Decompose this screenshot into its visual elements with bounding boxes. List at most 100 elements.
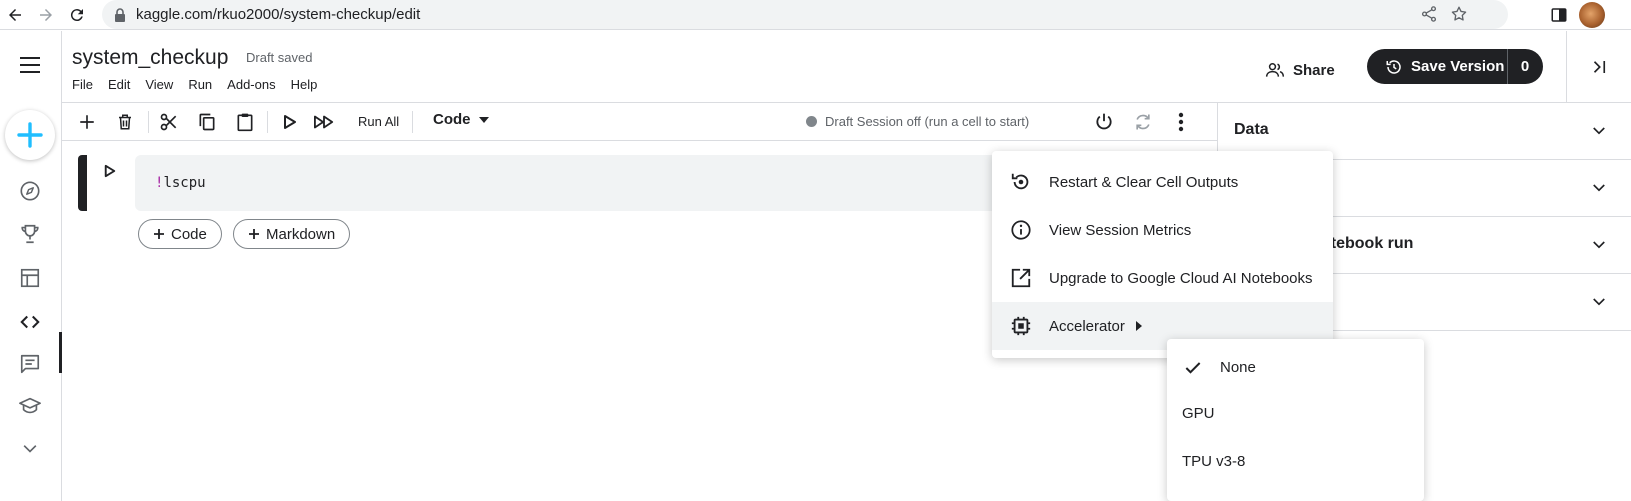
notebook-title[interactable]: system_checkup <box>72 46 228 70</box>
collapse-right-panel-button[interactable] <box>1566 31 1631 103</box>
delete-trash-icon[interactable] <box>114 111 136 133</box>
cell-type-value: Code <box>433 111 471 128</box>
collapse-right-icon <box>1593 61 1606 73</box>
toolbar-divider <box>412 111 413 133</box>
people-icon <box>1265 62 1285 77</box>
accelerator-option-none[interactable]: None <box>1167 345 1424 391</box>
chevron-down-icon <box>1593 298 1605 306</box>
cell-run-play-icon[interactable] <box>104 164 116 178</box>
cell-selection-bar <box>78 155 87 211</box>
code-cell-editor[interactable]: !lscpu <box>135 155 995 211</box>
menu-bar: File Edit View Run Add-ons Help <box>72 77 332 92</box>
save-version-label: Save Version <box>1411 58 1505 75</box>
forward-icon[interactable] <box>35 4 57 26</box>
run-all-fast-forward-icon[interactable] <box>313 111 335 133</box>
active-rail-indicator <box>59 332 62 373</box>
submenu-caret-icon <box>1136 321 1142 331</box>
toolbar-divider <box>148 111 149 133</box>
trophy-icon[interactable] <box>17 221 43 247</box>
cell-type-select[interactable]: Code <box>433 111 489 128</box>
restart-icon <box>1011 173 1029 190</box>
hamburger-menu-icon[interactable] <box>17 52 43 78</box>
cut-scissors-icon[interactable] <box>158 111 180 133</box>
menu-item-upgrade-cloud-ai[interactable]: Upgrade to Google Cloud AI Notebooks <box>992 254 1333 302</box>
browser-toolbar: kaggle.com/rkuo2000/system-checkup/edit <box>0 0 1631 30</box>
check-icon <box>1185 362 1201 374</box>
side-panel-icon[interactable] <box>1548 4 1570 26</box>
left-nav-rail <box>0 31 62 501</box>
chevron-down-icon <box>1593 184 1605 192</box>
more-vertical-icon[interactable] <box>1170 111 1192 133</box>
run-cell-play-icon[interactable] <box>279 111 301 133</box>
menu-item-label: Accelerator <box>1049 317 1125 335</box>
session-status-text: Draft Session off (run a cell to start) <box>825 114 1030 129</box>
share-button[interactable]: Share <box>1265 53 1335 87</box>
reload-icon[interactable] <box>66 4 88 26</box>
open-in-new-icon <box>1011 268 1031 288</box>
menu-item-label: View Session Metrics <box>1049 221 1192 239</box>
share-label: Share <box>1293 61 1335 79</box>
menu-item-label: Restart & Clear Cell Outputs <box>1049 173 1239 191</box>
discussion-icon[interactable] <box>17 351 43 377</box>
copy-icon[interactable] <box>196 111 218 133</box>
create-button[interactable] <box>5 110 55 160</box>
menu-add-ons[interactable]: Add-ons <box>227 77 275 92</box>
accelerator-option-gpu[interactable]: GPU <box>1167 391 1424 437</box>
menu-view[interactable]: View <box>145 77 173 92</box>
chevron-down-icon <box>1593 127 1605 135</box>
dropdown-caret-icon <box>478 116 489 123</box>
shell-command: lscpu <box>163 175 206 191</box>
url-text: kaggle.com/rkuo2000/system-checkup/edit <box>136 6 421 23</box>
save-version-button[interactable]: Save Version 0 <box>1367 49 1543 84</box>
share-page-icon[interactable] <box>1420 5 1438 23</box>
code-cell-source: !lscpu <box>155 175 206 191</box>
plus-icon <box>154 229 164 239</box>
address-bar[interactable]: kaggle.com/rkuo2000/system-checkup/edit <box>102 0 1508 29</box>
datasets-table-icon[interactable] <box>17 265 43 291</box>
draft-status: Draft saved <box>246 50 313 65</box>
accelerator-submenu: None GPU TPU v3-8 <box>1167 339 1424 501</box>
add-markdown-label: Markdown <box>266 225 336 243</box>
restart-session-icon[interactable] <box>1132 111 1154 133</box>
menu-run[interactable]: Run <box>188 77 212 92</box>
power-icon[interactable] <box>1093 111 1115 133</box>
info-icon <box>1011 220 1031 240</box>
chip-icon <box>1011 316 1031 336</box>
panel-section-label: otebook run <box>1321 235 1414 252</box>
toolbar-divider <box>267 111 268 133</box>
more-chevron-down-icon[interactable] <box>17 436 43 462</box>
accelerator-option-label: GPU <box>1182 405 1215 422</box>
notebook-header: system_checkup Draft saved File Edit Vie… <box>62 31 1631 103</box>
session-status-dot <box>806 116 817 127</box>
accelerator-option-label: TPU v3-8 <box>1182 453 1246 470</box>
add-markdown-cell-button[interactable]: Markdown <box>233 219 351 249</box>
plus-icon <box>249 229 259 239</box>
menu-edit[interactable]: Edit <box>108 77 130 92</box>
menu-item-view-session-metrics[interactable]: View Session Metrics <box>992 206 1333 254</box>
chevron-down-icon <box>1593 241 1605 249</box>
plus-icon <box>17 122 43 148</box>
bookmark-star-icon[interactable] <box>1450 5 1468 23</box>
add-cell-icon[interactable] <box>76 111 98 133</box>
profile-avatar[interactable] <box>1579 2 1605 28</box>
code-icon[interactable] <box>17 309 43 335</box>
add-code-cell-button[interactable]: Code <box>138 219 222 249</box>
accelerator-option-label: None <box>1220 359 1256 376</box>
lock-icon <box>114 8 126 22</box>
menu-file[interactable]: File <box>72 77 93 92</box>
run-all-button[interactable]: Run All <box>358 114 399 129</box>
learn-school-icon[interactable] <box>17 393 43 419</box>
accelerator-option-tpu[interactable]: TPU v3-8 <box>1167 439 1424 485</box>
add-code-label: Code <box>171 225 207 243</box>
history-icon <box>1386 59 1401 74</box>
paste-clipboard-icon[interactable] <box>234 111 256 133</box>
back-icon[interactable] <box>4 4 26 26</box>
compass-icon[interactable] <box>17 178 43 204</box>
more-options-menu: Restart & Clear Cell Outputs View Sessio… <box>992 151 1333 358</box>
menu-help[interactable]: Help <box>291 77 318 92</box>
menu-item-restart-clear-outputs[interactable]: Restart & Clear Cell Outputs <box>992 158 1333 206</box>
panel-section-label: Data <box>1234 121 1269 138</box>
menu-item-label: Upgrade to Google Cloud AI Notebooks <box>1049 269 1313 287</box>
notebook-toolbar: Run All Code Draft Session off (run a ce… <box>62 103 1217 141</box>
version-count: 0 <box>1520 58 1530 75</box>
